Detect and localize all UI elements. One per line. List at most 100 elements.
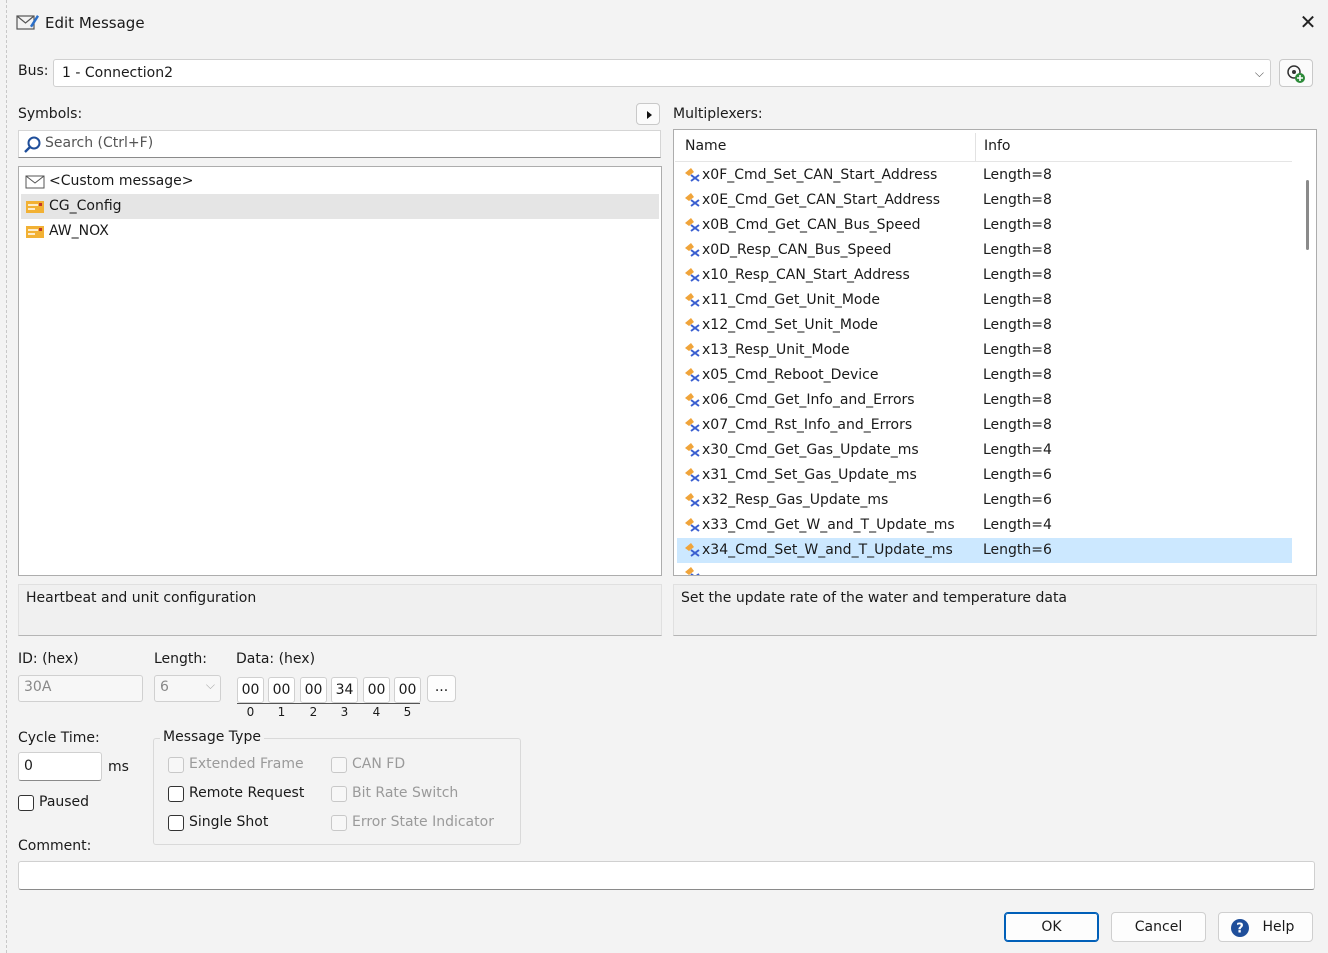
- multiplexer-icon: [685, 468, 700, 482]
- symbol-item-cg-config[interactable]: CG_Config: [21, 194, 659, 219]
- multiplexer-icon: [685, 493, 700, 507]
- row-info: Length=8: [983, 342, 1052, 358]
- multiplexer-description: Set the update rate of the water and tem…: [673, 584, 1317, 636]
- extended-frame-label[interactable]: Extended Frame: [189, 756, 304, 772]
- multiplexer-icon: [685, 543, 700, 557]
- data-byte-0[interactable]: 00: [237, 677, 264, 703]
- multiplexers-list[interactable]: Name Info x0F_Cmd_Set_CAN_Start_Address L…: [673, 129, 1317, 576]
- data-index-1: 1: [277, 705, 286, 719]
- table-row-partial[interactable]: [677, 562, 1292, 575]
- remote-request-label[interactable]: Remote Request: [189, 785, 304, 801]
- table-row[interactable]: x30_Cmd_Get_Gas_Update_ms Length=4: [677, 438, 1292, 463]
- paused-label[interactable]: Paused: [39, 794, 89, 810]
- can-fd-label[interactable]: CAN FD: [352, 756, 405, 772]
- error-state-indicator-label[interactable]: Error State Indicator: [352, 814, 494, 830]
- multiplexer-icon: [685, 518, 700, 532]
- single-shot-label[interactable]: Single Shot: [189, 814, 268, 830]
- row-info: Length=8: [983, 192, 1052, 208]
- table-row[interactable]: x10_Resp_CAN_Start_Address Length=8: [677, 263, 1292, 288]
- row-info: Length=6: [983, 467, 1052, 483]
- table-row[interactable]: x07_Cmd_Rst_Info_and_Errors Length=8: [677, 413, 1292, 438]
- table-row[interactable]: x0B_Cmd_Get_CAN_Bus_Speed Length=8: [677, 213, 1292, 238]
- row-name: x10_Resp_CAN_Start_Address: [702, 267, 910, 283]
- symbol-item-custom-message[interactable]: <Custom message>: [21, 169, 659, 194]
- add-bus-button[interactable]: [1279, 59, 1313, 87]
- help-button[interactable]: ? Help: [1218, 912, 1313, 942]
- table-row[interactable]: x0F_Cmd_Set_CAN_Start_Address Length=8: [677, 163, 1292, 188]
- row-name: x0D_Resp_CAN_Bus_Speed: [702, 242, 892, 258]
- multiplexer-icon: [685, 193, 700, 207]
- column-header-info[interactable]: Info: [984, 138, 1011, 154]
- bus-select[interactable]: 1 - Connection2 ⌵: [53, 59, 1271, 87]
- column-header-name[interactable]: Name: [685, 138, 726, 154]
- table-row[interactable]: x34_Cmd_Set_W_and_T_Update_ms Length=6: [677, 538, 1292, 563]
- data-byte-4[interactable]: 00: [363, 677, 390, 703]
- cancel-button[interactable]: Cancel: [1111, 912, 1206, 942]
- scrollbar-thumb[interactable]: [1306, 180, 1309, 250]
- can-fd-checkbox[interactable]: [331, 757, 347, 773]
- multiplexers-scrollbar[interactable]: [1300, 163, 1316, 575]
- row-name: x32_Resp_Gas_Update_ms: [702, 492, 889, 508]
- row-name: x07_Cmd_Rst_Info_and_Errors: [702, 417, 913, 433]
- message-symbol-icon: [26, 201, 44, 213]
- multiplexer-icon: [685, 218, 700, 232]
- data-byte-2[interactable]: 00: [300, 677, 327, 703]
- bus-label: Bus:: [18, 63, 49, 79]
- multiplexers-label: Multiplexers:: [673, 106, 763, 122]
- id-field[interactable]: 30A: [18, 675, 143, 702]
- table-row[interactable]: x05_Cmd_Reboot_Device Length=8: [677, 363, 1292, 388]
- bit-rate-switch-checkbox[interactable]: [331, 786, 347, 802]
- single-shot-checkbox[interactable]: [168, 815, 184, 831]
- row-info: Length=8: [983, 367, 1052, 383]
- symbol-item-aw-nox[interactable]: AW_NOX: [21, 219, 659, 244]
- table-row[interactable]: x32_Resp_Gas_Update_ms Length=6: [677, 488, 1292, 513]
- row-info: Length=8: [983, 392, 1052, 408]
- data-byte-5[interactable]: 00: [394, 677, 421, 703]
- row-name: x05_Cmd_Reboot_Device: [702, 367, 879, 383]
- symbols-label: Symbols:: [18, 106, 83, 122]
- row-name: x12_Cmd_Set_Unit_Mode: [702, 317, 879, 333]
- table-row[interactable]: x0D_Resp_CAN_Bus_Speed Length=8: [677, 238, 1292, 263]
- expand-panel-button[interactable]: [636, 103, 660, 125]
- id-label: ID: (hex): [18, 651, 79, 667]
- row-name: x13_Resp_Unit_Mode: [702, 342, 850, 358]
- column-separator[interactable]: [975, 133, 976, 161]
- error-state-indicator-checkbox[interactable]: [331, 815, 347, 831]
- table-row[interactable]: x13_Resp_Unit_Mode Length=8: [677, 338, 1292, 363]
- table-row[interactable]: x12_Cmd_Set_Unit_Mode Length=8: [677, 313, 1292, 338]
- cycle-time-label: Cycle Time:: [18, 730, 100, 746]
- chevron-down-icon: ⌵: [1254, 66, 1264, 80]
- row-info: Length=4: [983, 517, 1052, 533]
- close-button[interactable]: ✕: [1294, 8, 1322, 36]
- cycle-time-field[interactable]: 0: [18, 752, 102, 781]
- row-info: Length=8: [983, 267, 1052, 283]
- table-row[interactable]: x31_Cmd_Set_Gas_Update_ms Length=6: [677, 463, 1292, 488]
- table-row[interactable]: x11_Cmd_Get_Unit_Mode Length=8: [677, 288, 1292, 313]
- svg-text:?: ?: [1236, 922, 1244, 937]
- symbols-search[interactable]: Search (Ctrl+F): [18, 130, 661, 158]
- multiplexer-icon: [685, 368, 700, 382]
- data-index-2: 2: [309, 705, 318, 719]
- row-info: Length=6: [983, 542, 1052, 558]
- multiplexer-icon: [685, 168, 700, 182]
- row-name: x06_Cmd_Get_Info_and_Errors: [702, 392, 915, 408]
- data-index-0: 0: [246, 705, 255, 719]
- data-index-5: 5: [403, 705, 412, 719]
- triangle-right-icon: [647, 111, 652, 119]
- length-select[interactable]: 6 ⌵: [154, 675, 221, 702]
- table-row[interactable]: x33_Cmd_Get_W_and_T_Update_ms Length=4: [677, 513, 1292, 538]
- window-title: Edit Message: [45, 14, 145, 32]
- symbols-list[interactable]: <Custom message> CG_Config AW_NOX: [18, 166, 662, 576]
- bit-rate-switch-label[interactable]: Bit Rate Switch: [352, 785, 458, 801]
- data-byte-3[interactable]: 34: [331, 677, 358, 703]
- remote-request-checkbox[interactable]: [168, 786, 184, 802]
- table-row[interactable]: x0E_Cmd_Get_CAN_Start_Address Length=8: [677, 188, 1292, 213]
- data-byte-1[interactable]: 00: [268, 677, 295, 703]
- data-more-button[interactable]: ...: [427, 675, 456, 702]
- table-row[interactable]: x06_Cmd_Get_Info_and_Errors Length=8: [677, 388, 1292, 413]
- row-name: x0E_Cmd_Get_CAN_Start_Address: [702, 192, 941, 208]
- ok-button[interactable]: OK: [1004, 912, 1099, 942]
- comment-field[interactable]: [18, 861, 1315, 890]
- extended-frame-checkbox[interactable]: [168, 757, 184, 773]
- paused-checkbox[interactable]: [18, 795, 34, 811]
